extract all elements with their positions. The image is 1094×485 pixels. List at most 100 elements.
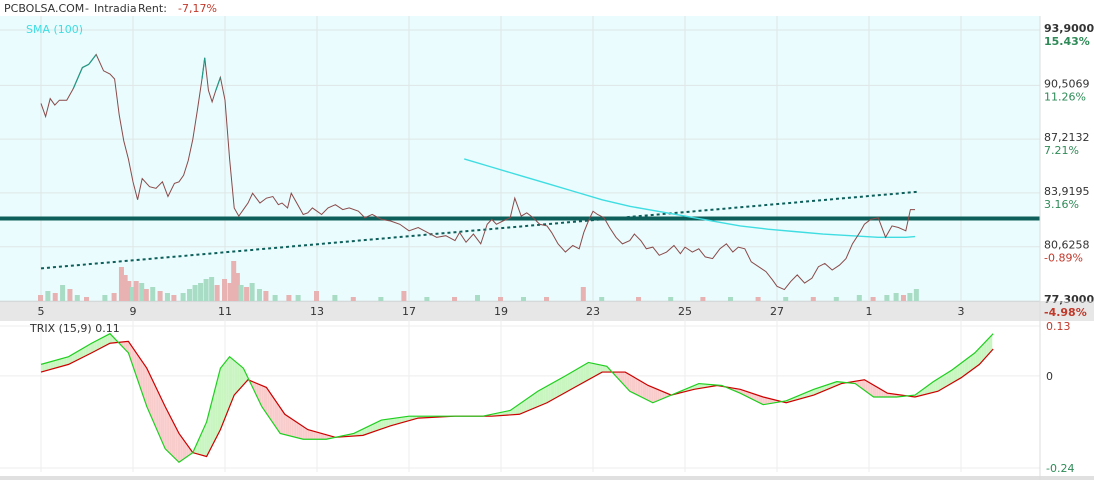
trix-tick-label: 0 (1046, 370, 1053, 383)
trix-fill-segment (227, 358, 229, 414)
trix-fill-segment (641, 381, 643, 398)
trix-fill-segment (218, 372, 220, 435)
volume-bar (314, 291, 319, 301)
trix-fill-segment (543, 387, 545, 404)
trix-fill-segment (939, 377, 941, 391)
trix-fill-segment (295, 421, 297, 438)
volume-bar (209, 277, 214, 301)
trix-fill-segment (157, 389, 159, 434)
trix-fill-segment (582, 365, 584, 383)
trix-fill-segment (311, 431, 313, 440)
trix-fill-segment (593, 363, 595, 377)
trix-fill-segment (575, 369, 577, 387)
trix-fill-segment (223, 362, 225, 422)
volume-bar (150, 287, 155, 301)
trix-fill-segment (554, 381, 556, 399)
trix-fill-segment (628, 374, 630, 392)
volume-bar (75, 295, 80, 301)
mode-label: Intradia (94, 2, 137, 15)
trix-fill-segment (652, 387, 654, 402)
trix-fill-segment (313, 431, 315, 439)
date-tick-label: 13 (310, 305, 324, 318)
trix-fill-segment (974, 352, 976, 369)
trix-fill-segment (540, 389, 542, 406)
price-tick-label: 77,3000 (1044, 293, 1094, 306)
volume-bar (599, 297, 604, 301)
volume-bar (728, 297, 733, 301)
trix-fill-segment (937, 378, 939, 391)
trix-fill-segment (604, 366, 606, 372)
volume-bar (165, 293, 170, 301)
date-axis-band (0, 303, 1094, 321)
trix-fill-segment (166, 408, 168, 451)
date-tick-label: 17 (402, 305, 416, 318)
trix-fill-segment (286, 415, 288, 435)
trix-fill-segment (567, 374, 569, 392)
volume-bar (102, 295, 107, 301)
trix-fill-segment (304, 427, 306, 439)
trix-fill-segment (267, 389, 269, 418)
trix-fill-segment (67, 357, 69, 365)
volume-bar (700, 297, 705, 301)
trix-fill-segment (987, 338, 989, 356)
trix-fill-segment (299, 423, 301, 438)
volume-bar (198, 283, 203, 301)
trix-fill-segment (871, 383, 873, 396)
trix-fill-segment (93, 342, 95, 353)
volume-bar (244, 287, 249, 301)
trix-fill-segment (43, 363, 45, 371)
trix-fill-segment (578, 367, 580, 385)
trix-fill-segment (541, 388, 543, 405)
trix-fill-segment (527, 398, 529, 412)
trix-fill-segment (591, 363, 593, 378)
trix-fill-segment (293, 420, 295, 437)
trix-fill-segment (534, 393, 536, 409)
trix-fill-segment (979, 346, 981, 364)
trix-fill-segment (289, 417, 291, 436)
volume-bar (914, 289, 919, 301)
trix-fill-segment (102, 337, 104, 348)
date-tick-label: 3 (958, 305, 965, 318)
volume-bar (239, 285, 244, 301)
trix-fill-segment (538, 390, 540, 406)
trix-tick-label: 0.13 (1046, 320, 1071, 333)
trix-fill-segment (284, 413, 286, 435)
trix-fill-segment (562, 377, 564, 395)
trix-fill-segment (109, 334, 111, 344)
volume-bar (286, 295, 291, 301)
trix-fill-segment (536, 391, 538, 407)
trix-fill-segment (648, 385, 650, 401)
trix-fill-segment (94, 341, 96, 352)
trix-fill-segment (205, 422, 207, 457)
trix-fill-segment (155, 385, 157, 429)
trix-fill-segment (762, 397, 764, 405)
trix-fill-segment (275, 399, 277, 428)
trix-fill-segment (639, 380, 641, 397)
volume-bar (424, 297, 429, 301)
trix-fill-segment (50, 361, 52, 369)
bottom-scrollbar[interactable] (0, 476, 1094, 480)
volume-bar (257, 289, 262, 301)
trix-fill-segment (308, 430, 310, 440)
trix-fill-segment (981, 344, 983, 362)
date-tick-label: 9 (130, 305, 137, 318)
trix-fill-segment (236, 362, 238, 393)
trix-fill-segment (219, 367, 221, 431)
pct-tick-label: 3.16% (1044, 198, 1079, 211)
volume-bar (907, 293, 912, 301)
trix-fill-segment (162, 401, 164, 447)
pct-tick-label: 11.26% (1044, 90, 1086, 103)
trix-fill-segment (383, 420, 385, 429)
trix-fill-segment (234, 361, 236, 396)
volume-bar (894, 293, 899, 301)
trix-fill-segment (646, 384, 648, 400)
volume-bar (521, 297, 526, 301)
chart-svg: PCBOLSA.COM-IntradiaRent:-7,17%SMA (100)… (0, 0, 1094, 480)
volume-bar (811, 297, 816, 301)
stock-chart[interactable]: PCBOLSA.COM-IntradiaRent:-7,17%SMA (100)… (0, 0, 1094, 480)
site-name: PCBOLSA.COM (4, 2, 84, 15)
volume-bar (181, 293, 186, 301)
pct-tick-label: 7.21% (1044, 144, 1079, 157)
trix-fill-segment (946, 372, 948, 386)
trix-fill-segment (148, 370, 150, 413)
